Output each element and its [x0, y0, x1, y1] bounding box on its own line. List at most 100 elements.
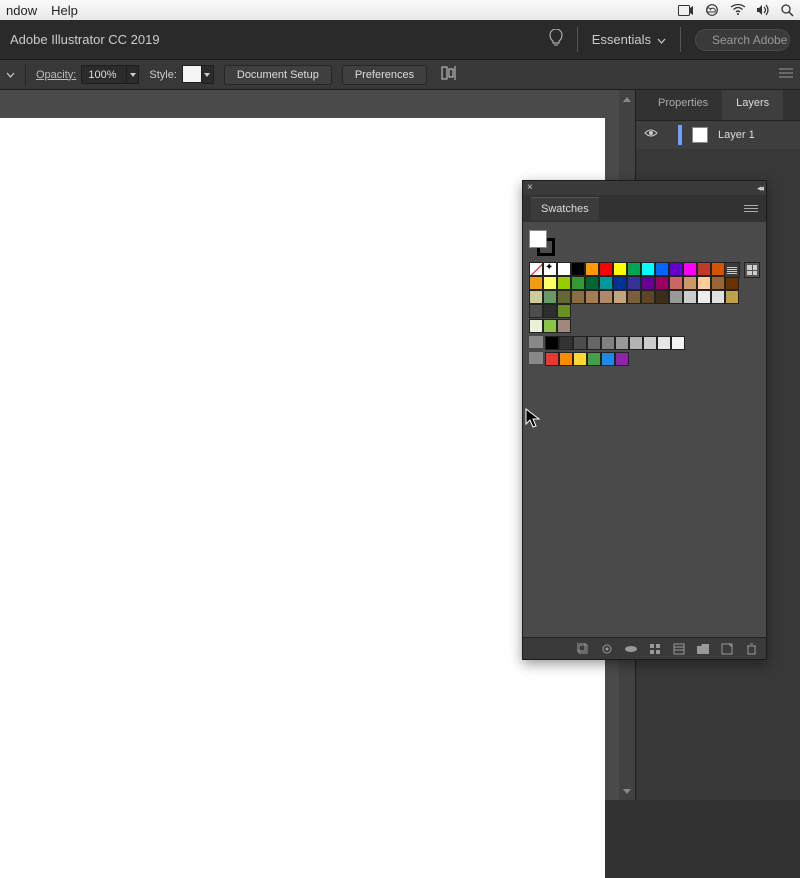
- swatch[interactable]: [627, 290, 641, 304]
- swatch[interactable]: [657, 336, 671, 350]
- list-view-button[interactable]: [724, 262, 740, 278]
- swatch[interactable]: [543, 304, 557, 318]
- swatch[interactable]: [599, 276, 613, 290]
- swatch[interactable]: [641, 262, 655, 276]
- swatch[interactable]: [543, 290, 557, 304]
- trash-icon[interactable]: [744, 642, 758, 656]
- menu-window[interactable]: ndow: [6, 3, 37, 18]
- swatch[interactable]: [571, 262, 585, 276]
- swatch[interactable]: [655, 262, 669, 276]
- swatch[interactable]: [571, 290, 585, 304]
- spotlight-icon[interactable]: [781, 4, 794, 17]
- swatch[interactable]: [643, 336, 657, 350]
- folder-icon[interactable]: [529, 352, 543, 364]
- swatch[interactable]: [599, 262, 613, 276]
- document-setup-button[interactable]: Document Setup: [224, 65, 332, 85]
- fill-swatch[interactable]: [529, 230, 547, 248]
- swatch[interactable]: [683, 290, 697, 304]
- new-color-group-icon[interactable]: [648, 642, 662, 656]
- tab-properties[interactable]: Properties: [644, 90, 722, 120]
- swatch[interactable]: [545, 352, 559, 366]
- swatch[interactable]: [669, 262, 683, 276]
- swatch[interactable]: [669, 290, 683, 304]
- folder-icon[interactable]: [529, 336, 543, 348]
- swatch[interactable]: [641, 290, 655, 304]
- swatch[interactable]: [669, 276, 683, 290]
- panel-menu-icon[interactable]: [744, 205, 758, 212]
- swatch[interactable]: [671, 336, 685, 350]
- swatch[interactable]: [557, 276, 571, 290]
- swatch[interactable]: [627, 276, 641, 290]
- swatch[interactable]: [543, 262, 557, 276]
- swatch[interactable]: [629, 336, 643, 350]
- show-swatch-kinds-icon[interactable]: [600, 642, 614, 656]
- swatch[interactable]: [725, 290, 739, 304]
- style-dropdown[interactable]: [202, 65, 214, 84]
- swatch[interactable]: [529, 304, 543, 318]
- swatch[interactable]: [573, 352, 587, 366]
- opacity-input[interactable]: [81, 65, 127, 84]
- swatch[interactable]: [641, 276, 655, 290]
- swatch[interactable]: [559, 352, 573, 366]
- swatch[interactable]: [711, 276, 725, 290]
- wifi-icon[interactable]: [730, 4, 746, 16]
- scroll-down-arrow[interactable]: [620, 784, 634, 798]
- swatch[interactable]: [587, 336, 601, 350]
- new-icon[interactable]: [720, 642, 734, 656]
- swatch[interactable]: [725, 276, 739, 290]
- swatch[interactable]: [545, 336, 559, 350]
- swatch[interactable]: [683, 276, 697, 290]
- swatch[interactable]: [571, 276, 585, 290]
- swatch[interactable]: [529, 290, 543, 304]
- swatch[interactable]: [557, 319, 571, 333]
- swatch[interactable]: [573, 336, 587, 350]
- grid-view-button[interactable]: [744, 262, 760, 278]
- style-swatch[interactable]: [182, 65, 202, 83]
- artboard[interactable]: [0, 118, 605, 878]
- swatch[interactable]: [529, 262, 543, 276]
- collapse-icon[interactable]: ◂◂: [757, 183, 762, 194]
- swatch[interactable]: [613, 262, 627, 276]
- swatch-options-icon[interactable]: [624, 642, 638, 656]
- swatch[interactable]: [711, 262, 725, 276]
- workspace-selector[interactable]: Essentials: [577, 27, 681, 52]
- swatches-tab[interactable]: Swatches: [531, 197, 599, 220]
- layer-name[interactable]: Layer 1: [718, 129, 755, 141]
- swatch[interactable]: [529, 319, 543, 333]
- swatch[interactable]: [613, 276, 627, 290]
- swatch[interactable]: [655, 290, 669, 304]
- swatch[interactable]: [613, 290, 627, 304]
- swatch[interactable]: [585, 290, 599, 304]
- search-input[interactable]: Search Adobe: [695, 29, 790, 51]
- swatch[interactable]: [587, 352, 601, 366]
- swatch[interactable]: [615, 336, 629, 350]
- swatch[interactable]: [697, 276, 711, 290]
- swatch-libraries-icon[interactable]: [576, 642, 590, 656]
- swatch[interactable]: [529, 276, 543, 290]
- swatch[interactable]: [711, 290, 725, 304]
- close-icon[interactable]: ×: [527, 183, 533, 193]
- swatch[interactable]: [543, 319, 557, 333]
- creative-cloud-icon[interactable]: [704, 4, 720, 16]
- preferences-button[interactable]: Preferences: [342, 65, 427, 85]
- swatch[interactable]: [697, 262, 711, 276]
- help-bulb-icon[interactable]: [549, 29, 563, 50]
- swatch[interactable]: [585, 276, 599, 290]
- swatch[interactable]: [585, 262, 599, 276]
- swatch[interactable]: [599, 290, 613, 304]
- scroll-up-arrow[interactable]: [620, 92, 634, 106]
- align-icon[interactable]: [441, 66, 459, 83]
- layer-row[interactable]: Layer 1: [636, 121, 800, 149]
- folder-icon[interactable]: [696, 642, 710, 656]
- swatch[interactable]: [557, 290, 571, 304]
- swatch[interactable]: [601, 352, 615, 366]
- swatch[interactable]: [601, 336, 615, 350]
- new-swatch-icon[interactable]: [672, 642, 686, 656]
- menu-help[interactable]: Help: [51, 3, 78, 18]
- swatch[interactable]: [557, 304, 571, 318]
- fill-stroke-indicator[interactable]: [529, 230, 555, 256]
- volume-icon[interactable]: [756, 4, 771, 16]
- opacity-dropdown[interactable]: [127, 65, 139, 84]
- swatch[interactable]: [557, 262, 571, 276]
- panel-toggle-icon[interactable]: [778, 67, 794, 82]
